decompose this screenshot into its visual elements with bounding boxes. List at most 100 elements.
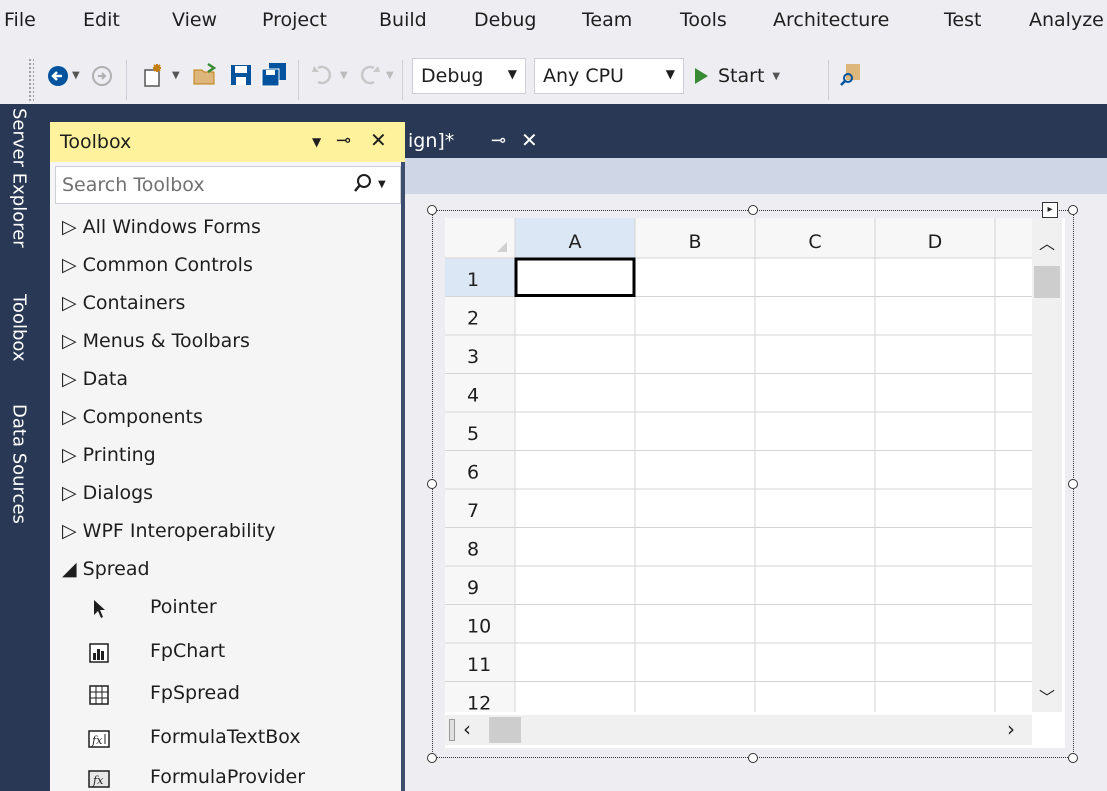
pin-icon[interactable]: ⊸ [491, 130, 506, 151]
fpspread-control[interactable]: A B C D 1 2 3 4 5 6 7 8 9 10 11 12 ︿ ﹀ ‹ › [445, 218, 1065, 748]
vertical-scrollbar[interactable]: ︿ ﹀ [1032, 218, 1062, 712]
expand-triangle-icon: ▷ [62, 292, 83, 314]
tab-strip-grip[interactable] [449, 719, 455, 741]
menu-view[interactable]: View [172, 9, 217, 31]
toolbox-category[interactable]: ▷ All Windows Forms [62, 216, 261, 238]
row-header-5[interactable]: 5 [467, 423, 479, 445]
save-button[interactable] [228, 62, 254, 88]
toolbox-category[interactable]: ▷ WPF Interoperability [62, 520, 275, 542]
save-all-button[interactable] [260, 62, 288, 88]
category-label: WPF Interoperability [82, 520, 276, 542]
redo-dropdown-icon[interactable]: ▼ [386, 70, 394, 81]
toolbox-category[interactable]: ▷ Menus & Toolbars [62, 330, 250, 352]
resize-handle[interactable] [427, 753, 437, 763]
toolbox-category[interactable]: ▷ Data [62, 368, 128, 390]
start-dropdown-icon[interactable]: ▼ [772, 71, 780, 82]
row-header-1[interactable]: 1 [467, 269, 479, 291]
row-header-8[interactable]: 8 [467, 539, 479, 561]
open-folder-icon [193, 62, 217, 85]
toolbox-item-formulatextbox[interactable]: FormulaTextBox [150, 726, 301, 748]
toolbox-category[interactable]: ▷ Common Controls [62, 254, 253, 276]
new-project-dropdown-icon[interactable]: ▼ [172, 70, 180, 81]
column-header-a[interactable]: A [569, 231, 582, 253]
menu-bar: File Edit View Project Build Debug Team Tools Ar… [0, 0, 1107, 42]
smart-tag-button[interactable]: ▸ [1042, 202, 1058, 218]
row-header-7[interactable]: 7 [467, 500, 479, 522]
menu-debug[interactable]: Debug [474, 9, 536, 31]
resize-handle[interactable] [748, 753, 758, 763]
pin-icon[interactable]: ⊸ [336, 130, 351, 151]
toolbox-item-fpspread[interactable]: FpSpread [150, 682, 240, 704]
horizontal-scrollbar[interactable]: ‹ › [445, 715, 1032, 745]
row-header-4[interactable]: 4 [467, 385, 479, 407]
row-header-6[interactable]: 6 [467, 462, 479, 484]
resize-handle[interactable] [427, 479, 437, 489]
toolbox-item-fpchart[interactable]: FpChart [150, 640, 225, 662]
solution-configuration-select[interactable]: Debug ▼ [412, 58, 526, 94]
back-icon [48, 66, 68, 86]
undo-button[interactable] [310, 62, 336, 88]
tab-form-design[interactable]: ign]* ⊸ ✕ [405, 122, 555, 162]
menu-analyze[interactable]: Analyze [1029, 9, 1104, 31]
column-header-c[interactable]: C [808, 231, 821, 253]
resize-handle[interactable] [1068, 753, 1078, 763]
toolbox-item-pointer[interactable]: Pointer [150, 596, 217, 618]
start-label: Start [718, 65, 765, 87]
menu-edit[interactable]: Edit [83, 9, 120, 31]
close-icon[interactable]: ✕ [370, 128, 387, 152]
scroll-left-icon[interactable]: ‹ [463, 717, 471, 741]
scroll-thumb[interactable] [489, 717, 521, 743]
menu-architecture[interactable]: Architecture [773, 9, 889, 31]
active-cell[interactable] [514, 257, 636, 297]
back-dropdown-icon[interactable]: ▼ [72, 70, 80, 81]
toolbar-grip[interactable] [28, 58, 34, 102]
tab-data-sources[interactable]: Data Sources [0, 400, 38, 550]
undo-dropdown-icon[interactable]: ▼ [340, 70, 348, 81]
scroll-up-icon[interactable]: ︿ [1032, 230, 1062, 254]
row-header-10[interactable]: 10 [467, 616, 491, 638]
scroll-down-icon[interactable]: ﹀ [1032, 684, 1062, 708]
resize-handle[interactable] [1068, 479, 1078, 489]
resize-handle[interactable] [1068, 205, 1078, 215]
menu-team[interactable]: Team [582, 9, 632, 31]
solution-platform-select[interactable]: Any CPU ▼ [534, 58, 684, 94]
search-icon[interactable] [352, 172, 374, 201]
category-label: All Windows Forms [82, 216, 261, 238]
tab-server-explorer[interactable]: Server Explorer [0, 104, 38, 286]
open-button[interactable] [192, 62, 218, 88]
menu-tools[interactable]: Tools [680, 9, 727, 31]
scroll-thumb[interactable] [1034, 266, 1060, 298]
menu-test[interactable]: Test [944, 9, 981, 31]
toolbox-category[interactable]: ▷ Containers [62, 292, 185, 314]
toolbox-category[interactable]: ▷ Dialogs [62, 482, 153, 504]
toolbox-item-formulaprovider[interactable]: FormulaProvider [150, 766, 305, 788]
tab-toolbox[interactable]: Toolbox [0, 290, 38, 390]
row-header-2[interactable]: 2 [467, 308, 479, 330]
window-position-icon[interactable]: ▼ [312, 135, 321, 149]
row-header-11[interactable]: 11 [467, 654, 491, 676]
row-header-3[interactable]: 3 [467, 346, 479, 368]
menu-project[interactable]: Project [262, 9, 327, 31]
chevron-down-icon[interactable]: ▼ [378, 179, 386, 190]
column-header-d[interactable]: D [928, 231, 943, 253]
toolbox-category[interactable]: ▷ Printing [62, 444, 156, 466]
redo-button[interactable] [356, 62, 382, 88]
back-button[interactable] [46, 64, 70, 88]
row-header-12[interactable]: 12 [467, 693, 491, 715]
selected-row-header [445, 258, 515, 297]
row-header-9[interactable]: 9 [467, 577, 479, 599]
resize-handle[interactable] [748, 205, 758, 215]
search-input[interactable] [62, 172, 332, 198]
find-in-files-button[interactable] [840, 62, 864, 88]
forward-button[interactable] [90, 64, 114, 88]
start-button[interactable]: Start ▼ [692, 58, 780, 94]
close-icon[interactable]: ✕ [521, 128, 538, 152]
new-project-button[interactable] [140, 62, 166, 88]
resize-handle[interactable] [427, 205, 437, 215]
menu-file[interactable]: File [4, 9, 36, 31]
toolbox-category-expanded[interactable]: ◢ Spread [62, 558, 150, 580]
scroll-right-icon[interactable]: › [1007, 717, 1015, 741]
toolbox-category[interactable]: ▷ Components [62, 406, 203, 428]
menu-build[interactable]: Build [379, 9, 427, 31]
column-header-b[interactable]: B [688, 231, 701, 253]
